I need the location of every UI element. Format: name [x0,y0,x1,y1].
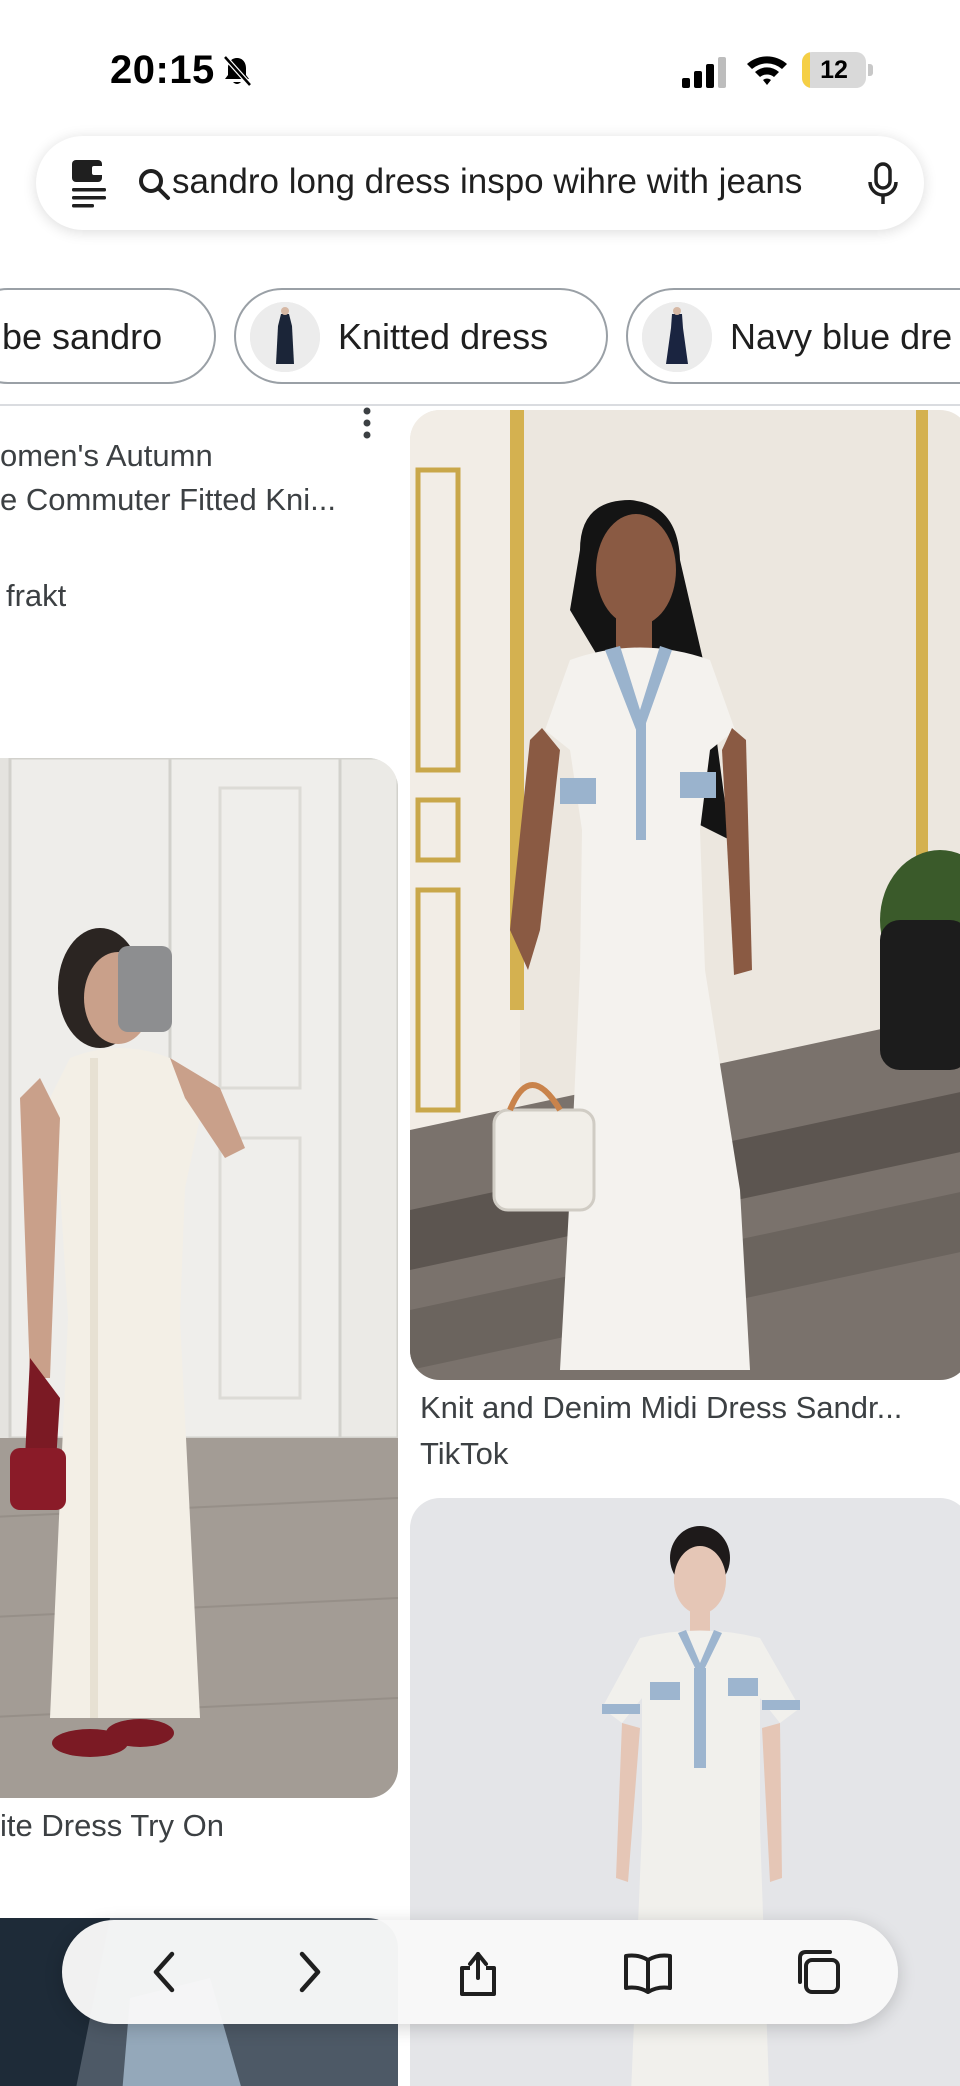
suggestion-chips: be sandro Knitted dress Navy blue dre [0,286,960,386]
result-image-mirror-selfie[interactable] [0,758,398,1798]
chip-thumbnail [642,302,712,372]
mirror-selfie-photo [0,758,398,1798]
result-title-line1: omen's Autumn [0,438,213,473]
result-title-try-on[interactable]: ite Dress Try On [0,1808,224,1844]
chip-label: be sandro [2,316,163,357]
chip-label: Knitted dress [338,316,549,357]
wifi-icon [747,56,787,85]
signal-icon [682,57,726,88]
result-title-line2: e Commuter Fitted Kni... [0,482,336,517]
browser-toolbar [62,1920,898,2024]
tabs-icon[interactable] [792,1946,844,1998]
battery-icon: 12 [802,52,873,88]
more-options-icon[interactable] [356,406,378,440]
chevron-left-icon[interactable] [140,1946,192,1998]
chip-label: Navy blue dre [730,316,953,357]
result-title-knit-denim[interactable]: Knit and Denim Midi Dress Sandr... [420,1390,960,1426]
knit-denim-dress-photo [410,410,960,1380]
result-subtitle: frakt [6,578,67,613]
microphone-icon[interactable] [866,162,900,206]
share-icon[interactable] [452,1946,504,1998]
chip-thumbnail [250,302,320,372]
search-input[interactable]: sandro long dress inspo wihre with jeans [172,162,802,202]
chip-knitted-dress[interactable]: Knitted dress [234,288,608,384]
battery-percent: 12 [820,56,848,84]
status-bar: 20:15 12 [0,0,960,130]
chevron-right-icon[interactable] [282,1946,334,1998]
chip-sandro[interactable]: be sandro [0,288,216,384]
chip-navy-blue-dress[interactable]: Navy blue dre [626,288,960,384]
bell-off-icon [223,55,252,87]
result-image-knit-denim-dress[interactable] [410,410,960,1380]
page-menu-icon[interactable] [66,156,114,210]
book-icon[interactable] [622,1946,674,1998]
result-source-tiktok[interactable]: TikTok [420,1436,508,1472]
search-bar[interactable]: sandro long dress inspo wihre with jeans [36,136,924,230]
divider [0,404,960,406]
search-icon [139,169,170,200]
status-time: 20:15 [110,48,215,92]
